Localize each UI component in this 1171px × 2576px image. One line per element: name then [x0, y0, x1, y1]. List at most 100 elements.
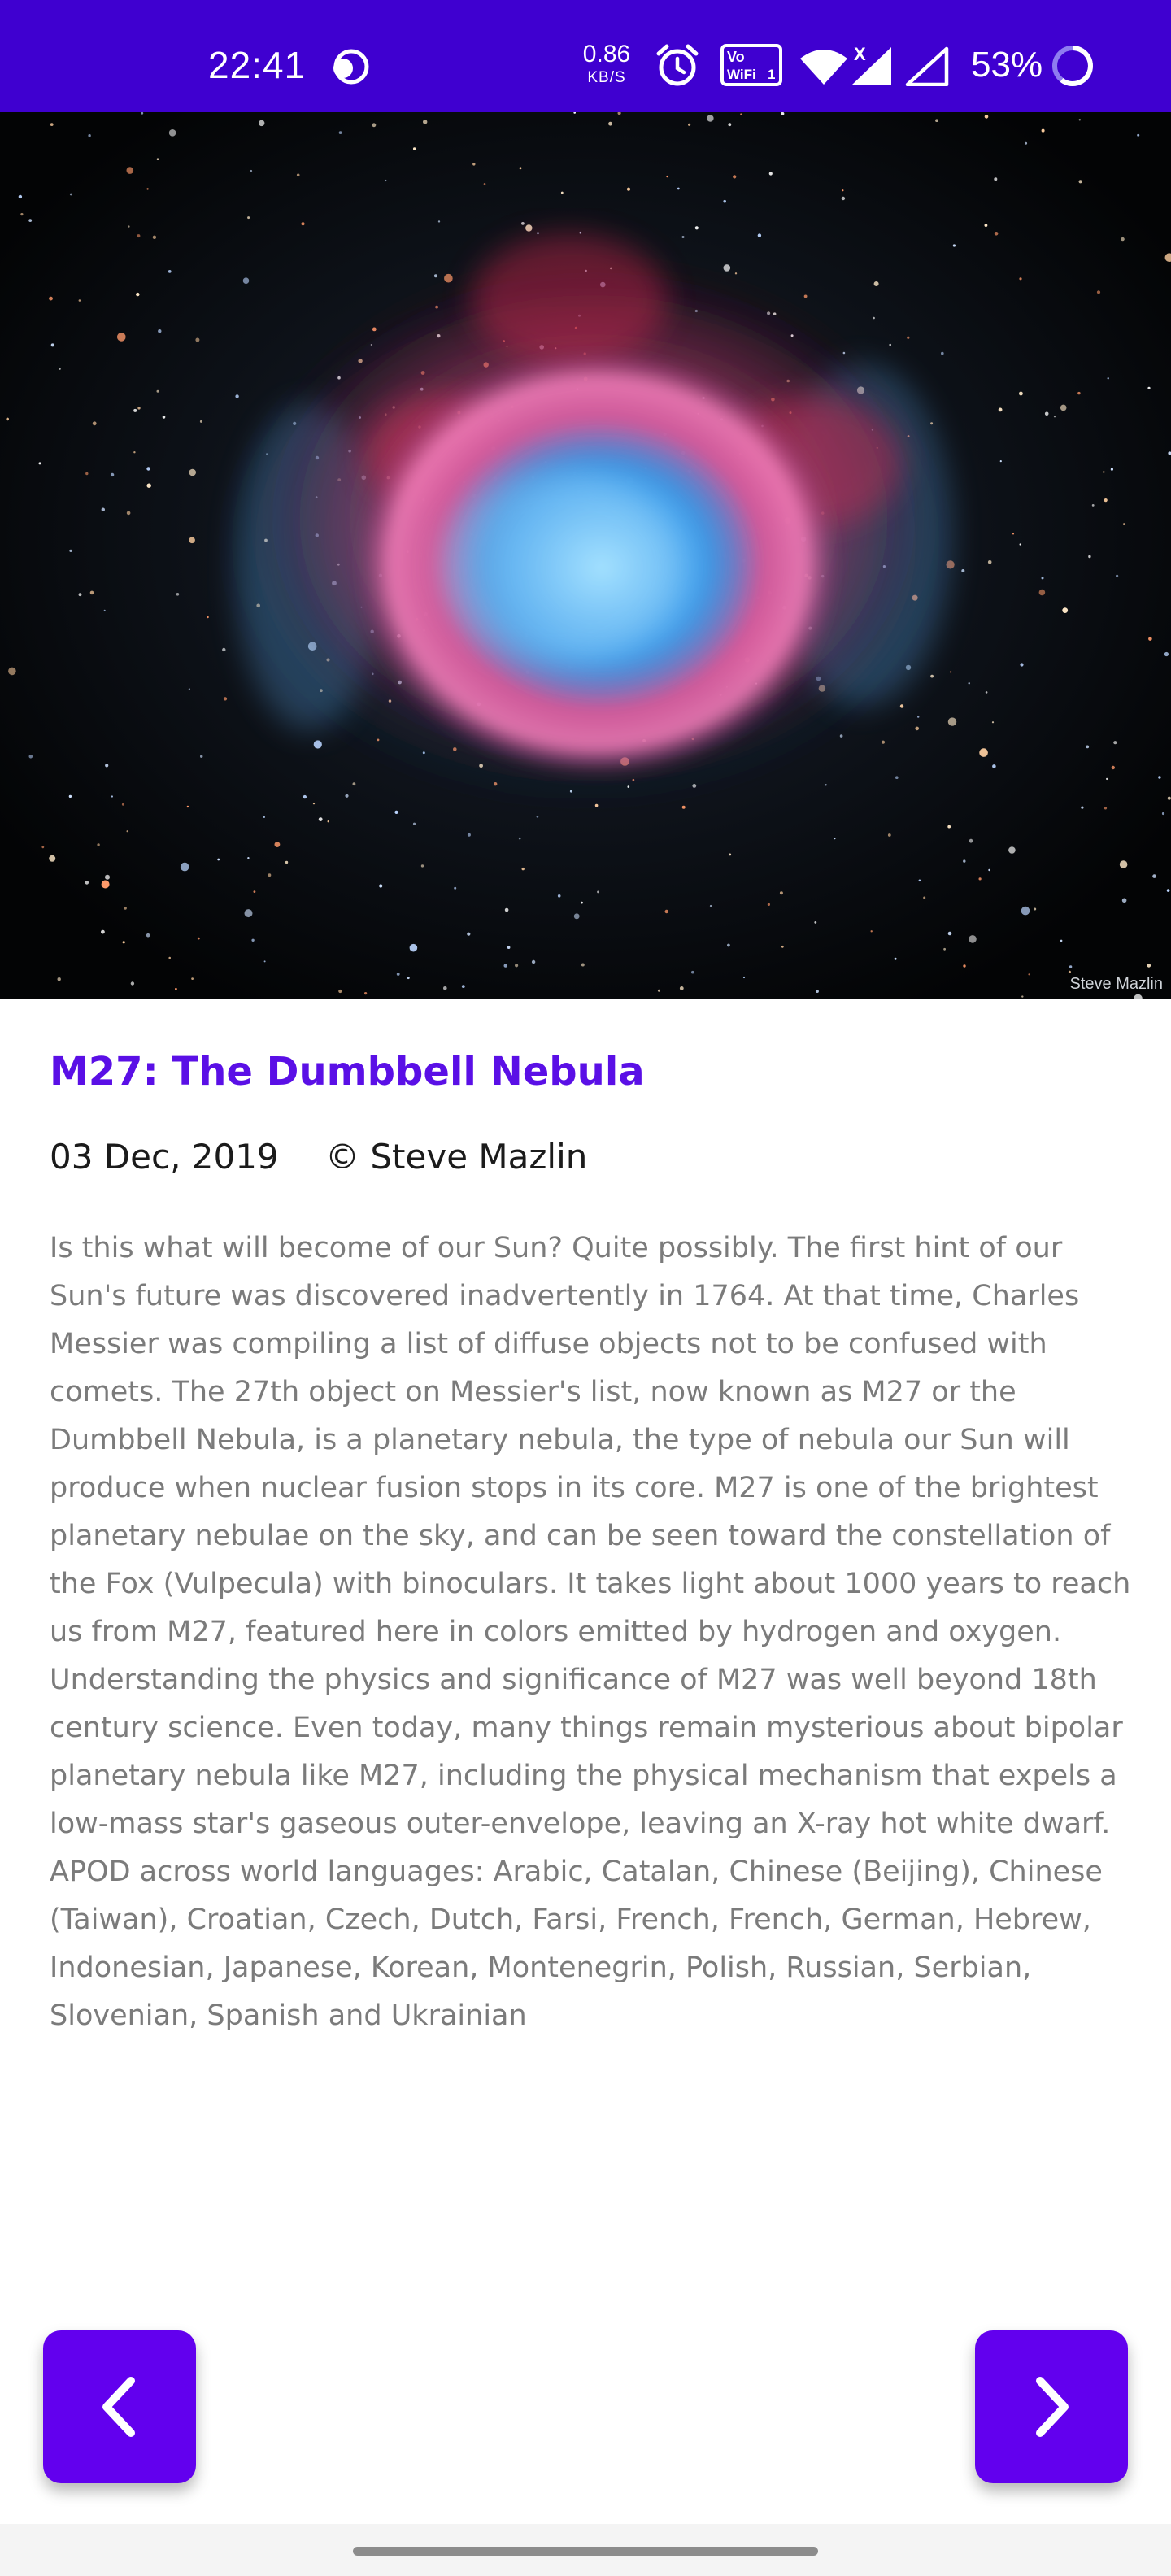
- star: [69, 193, 72, 196]
- star: [781, 945, 784, 948]
- star: [126, 830, 128, 833]
- star: [472, 163, 476, 166]
- star: [870, 930, 873, 933]
- star: [1104, 807, 1108, 810]
- signal-icon: X: [852, 44, 891, 85]
- star: [146, 933, 150, 938]
- network-speed: 0.86 KB/S: [576, 42, 638, 86]
- star: [1041, 128, 1045, 133]
- star: [943, 947, 946, 951]
- star: [803, 294, 808, 298]
- star: [521, 867, 525, 871]
- star: [842, 189, 844, 192]
- star: [156, 389, 159, 393]
- star: [88, 134, 91, 137]
- star: [443, 986, 447, 990]
- star: [963, 859, 966, 863]
- star: [372, 123, 377, 128]
- star: [742, 976, 746, 979]
- star: [657, 989, 660, 992]
- star: [757, 233, 762, 237]
- star: [515, 964, 519, 968]
- alarm-icon: [656, 44, 699, 86]
- star: [1147, 386, 1151, 389]
- star: [984, 115, 989, 119]
- star: [152, 235, 157, 239]
- star: [197, 937, 200, 940]
- star: [679, 986, 684, 990]
- star: [518, 837, 521, 840]
- star: [1019, 543, 1021, 546]
- star: [941, 351, 944, 355]
- star: [915, 726, 919, 731]
- star: [352, 782, 356, 786]
- star: [126, 167, 134, 174]
- star: [1069, 965, 1073, 968]
- battery-percent: 53%: [971, 45, 1043, 85]
- star: [579, 231, 582, 234]
- star: [364, 992, 368, 995]
- star: [1062, 607, 1069, 613]
- star: [626, 187, 631, 191]
- star: [122, 941, 125, 944]
- star: [89, 590, 94, 595]
- star: [1025, 141, 1028, 145]
- vowifi-label-top: Vo: [727, 49, 745, 65]
- star: [709, 904, 712, 907]
- next-button[interactable]: [975, 2330, 1128, 2483]
- star: [49, 855, 56, 862]
- star: [873, 281, 879, 286]
- star: [581, 963, 585, 967]
- star: [180, 862, 189, 872]
- home-indicator[interactable]: [353, 2547, 818, 2556]
- star: [251, 938, 255, 942]
- star: [207, 616, 209, 619]
- star: [111, 795, 113, 798]
- star: [483, 183, 486, 185]
- star: [968, 682, 970, 685]
- star: [345, 794, 349, 798]
- star: [191, 977, 194, 980]
- star: [85, 472, 89, 476]
- star: [59, 368, 61, 370]
- star: [987, 560, 992, 564]
- star: [188, 688, 190, 690]
- star: [1068, 970, 1071, 973]
- star: [396, 973, 400, 976]
- star: [137, 407, 141, 410]
- star: [998, 407, 1003, 412]
- vowifi-label-bottom: WiFi: [727, 67, 756, 82]
- star: [994, 232, 999, 236]
- star: [681, 805, 686, 809]
- star: [168, 270, 172, 273]
- wifi-icon: [800, 50, 847, 85]
- previous-button[interactable]: [43, 2330, 196, 2483]
- star: [1038, 589, 1046, 596]
- star: [247, 857, 250, 859]
- star: [385, 179, 387, 182]
- star: [723, 264, 731, 272]
- apod-image[interactable]: Steve Mazlin: [0, 112, 1171, 999]
- star: [1053, 416, 1056, 418]
- star: [156, 158, 159, 160]
- apod-date: 03 Dec, 2019: [50, 1137, 279, 1177]
- star: [146, 467, 150, 471]
- star: [327, 820, 329, 823]
- star: [1060, 404, 1067, 411]
- star: [504, 907, 509, 912]
- star: [423, 120, 428, 124]
- star: [50, 123, 54, 126]
- star: [186, 805, 189, 808]
- star: [536, 816, 539, 818]
- star: [988, 868, 990, 872]
- star: [560, 191, 564, 194]
- gesture-bar: [0, 2524, 1171, 2576]
- star: [1028, 973, 1030, 976]
- star: [952, 244, 956, 247]
- star: [1041, 577, 1044, 580]
- star: [1121, 898, 1127, 903]
- star: [985, 691, 988, 694]
- star: [887, 833, 891, 837]
- star: [1020, 663, 1024, 667]
- star: [259, 120, 265, 127]
